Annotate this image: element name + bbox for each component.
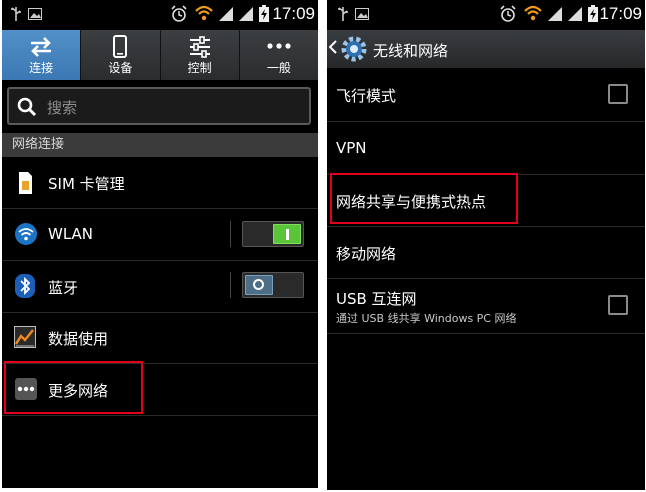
page-title: 无线和网络 [373, 42, 449, 60]
divider [230, 272, 231, 298]
image-notification-icon [355, 8, 369, 20]
wifi-status-icon [524, 5, 542, 21]
signal-icon-1 [548, 7, 562, 21]
data-usage-icon [14, 326, 36, 348]
tab-label: 控制 [187, 61, 212, 75]
search-input[interactable]: 搜索 [7, 87, 311, 125]
image-notification-icon [28, 8, 42, 20]
section-header: 网络连接 [2, 133, 318, 157]
settings-gear-icon [341, 36, 367, 62]
wifi-icon [15, 223, 37, 245]
status-time: 17:09 [599, 4, 642, 23]
tab-controls[interactable]: 控制 [160, 30, 240, 80]
bluetooth-icon [15, 274, 35, 298]
list-item-label: 数据使用 [48, 330, 109, 348]
list-item-data-usage[interactable]: 数据使用 [2, 313, 318, 364]
toggle-off-indicator [253, 279, 264, 290]
back-button[interactable] [328, 40, 337, 58]
tab-device[interactable]: 设备 [81, 30, 161, 80]
status-bar: 17:09 [2, 0, 318, 30]
settings-tabs: 连接 设备 控制 一般 [2, 30, 318, 80]
list-item-label: WLAN [48, 225, 94, 243]
status-bar: 17:09 [327, 0, 645, 30]
list-item-label: 蓝牙 [48, 279, 79, 297]
battery-icon [259, 5, 269, 22]
action-bar: 无线和网络 [327, 30, 645, 68]
divider [230, 221, 231, 247]
list-item-wlan[interactable]: WLAN [2, 209, 318, 261]
tab-general[interactable]: 一般 [239, 30, 318, 80]
list-item-vpn[interactable]: VPN [327, 122, 645, 175]
list-item-label: 移动网络 [336, 245, 397, 263]
toggle-knob [245, 275, 273, 295]
wlan-toggle[interactable] [242, 221, 304, 247]
list-item-label: 飞行模式 [336, 87, 397, 105]
search-placeholder: 搜索 [47, 99, 78, 117]
usb-internet-checkbox[interactable] [608, 295, 628, 315]
signal-icon-2 [568, 7, 582, 21]
signal-icon-1 [219, 7, 233, 21]
list-item-mobile-networks[interactable]: 移动网络 [327, 227, 645, 279]
toggle-knob [273, 224, 301, 244]
highlight-box [4, 361, 143, 414]
signal-icon-2 [239, 7, 253, 21]
alarm-icon [500, 5, 516, 22]
settings-connections-screen: 17:09 连接 设备 控制 一般 搜索 网络连接 SIM 卡管理 WLAN 蓝… [2, 0, 318, 488]
list-item-airplane-mode[interactable]: 飞行模式 [327, 68, 645, 122]
swap-arrows-icon [31, 37, 52, 57]
list-item-bluetooth[interactable]: 蓝牙 [2, 261, 318, 313]
chevron-left-icon [328, 40, 337, 54]
wireless-networks-screen: 17:09 无线和网络 飞行模式 VPN 网络共享与便携式热点 移动网络 USB… [327, 0, 645, 490]
list-item-label: VPN [336, 139, 367, 157]
more-dots-icon [267, 43, 291, 49]
tab-label: 一般 [266, 61, 291, 75]
status-time: 17:09 [272, 4, 315, 23]
usb-icon [11, 7, 21, 21]
phone-icon [113, 35, 128, 58]
bluetooth-toggle[interactable] [242, 272, 304, 298]
list-item-sim-management[interactable]: SIM 卡管理 [2, 157, 318, 209]
list-item-label: SIM 卡管理 [48, 175, 125, 193]
tab-label: 设备 [108, 61, 133, 75]
sliders-icon [189, 36, 210, 58]
tab-connections[interactable]: 连接 [2, 30, 82, 80]
list-item-label: USB 互连网 [336, 290, 417, 308]
battery-icon [588, 5, 598, 22]
highlight-box [330, 173, 518, 224]
tab-label: 连接 [29, 61, 54, 75]
airplane-mode-checkbox[interactable] [608, 84, 628, 104]
search-icon [17, 97, 37, 117]
sim-card-icon [19, 172, 32, 194]
wifi-status-icon [195, 5, 213, 21]
usb-icon [338, 7, 348, 21]
list-item-usb-internet[interactable]: USB 互连网 通过 USB 线共享 Windows PC 网络 [327, 279, 645, 334]
alarm-icon [171, 5, 187, 22]
toggle-on-indicator [286, 229, 289, 240]
list-item-summary: 通过 USB 线共享 Windows PC 网络 [336, 312, 517, 325]
